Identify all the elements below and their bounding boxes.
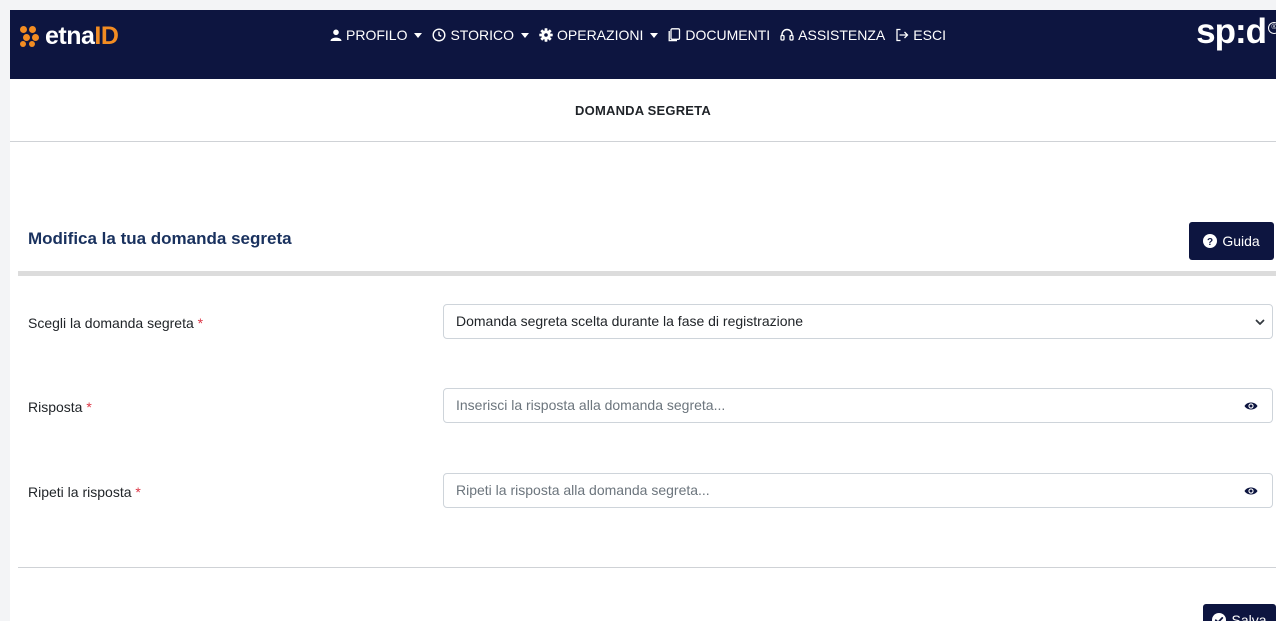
repeat-answer-placeholder: Ripeti la risposta alla domanda segreta.… — [456, 482, 710, 498]
save-button[interactable]: Salva — [1203, 604, 1276, 621]
top-navbar: etnaID PROFILO STORICO OPERAZIONI DOCUME… — [10, 10, 1276, 79]
required-mark: * — [135, 484, 141, 500]
question-label: Scegli la domanda segreta * — [28, 315, 203, 331]
check-circle-icon — [1212, 612, 1227, 621]
etnaid-logo[interactable]: etnaID — [20, 22, 119, 50]
chevron-down-icon — [521, 32, 529, 38]
repeat-answer-label-text: Ripeti la risposta — [28, 484, 132, 500]
spid-logo-text: sp:d — [1196, 12, 1267, 51]
page-title: DOMANDA SEGRETA — [10, 79, 1276, 142]
repeat-answer-label: Ripeti la risposta * — [28, 484, 141, 500]
nav-assistenza-label: ASSISTENZA — [798, 27, 886, 43]
clock-icon — [432, 28, 446, 42]
user-icon — [330, 29, 342, 41]
required-mark: * — [86, 399, 92, 415]
logout-icon — [896, 28, 909, 42]
logo-dots-icon — [20, 25, 42, 47]
answer-input[interactable]: Inserisci la risposta alla domanda segre… — [443, 388, 1273, 423]
nav-storico[interactable]: STORICO — [432, 27, 529, 43]
headset-icon — [780, 28, 794, 41]
nav-esci[interactable]: ESCI — [895, 27, 946, 43]
secret-question-selected: Domanda segreta scelta durante la fase d… — [456, 313, 804, 329]
page: etnaID PROFILO STORICO OPERAZIONI DOCUME… — [10, 10, 1276, 621]
chevron-down-icon — [650, 32, 659, 38]
card-title: Modifica la tua domanda segreta — [28, 229, 292, 248]
question-circle-icon: ? — [1203, 234, 1218, 248]
guide-button-label: Guida — [1222, 233, 1260, 249]
nav-operazioni[interactable]: OPERAZIONI — [539, 27, 659, 43]
secret-question-select[interactable]: Domanda segreta scelta durante la fase d… — [443, 304, 1273, 339]
save-button-label: Salva — [1231, 611, 1267, 621]
nav-assistenza[interactable]: ASSISTENZA — [780, 27, 885, 43]
card-header-divider — [18, 271, 1276, 276]
guide-button[interactable]: ? Guida — [1189, 222, 1274, 260]
documents-icon — [668, 28, 681, 42]
registered-icon: ® — [1268, 22, 1276, 34]
form-footer-divider — [18, 567, 1276, 568]
answer-placeholder: Inserisci la risposta alla domanda segre… — [456, 397, 726, 413]
chevron-down-icon — [414, 32, 423, 38]
nav-profilo-label: PROFILO — [346, 27, 408, 43]
main-menu: PROFILO STORICO OPERAZIONI DOCUMENTI ASS… — [330, 24, 956, 46]
eye-icon[interactable] — [1244, 486, 1258, 496]
gear-icon — [539, 28, 553, 42]
answer-label-text: Risposta — [28, 399, 83, 415]
nav-esci-label: ESCI — [913, 27, 946, 43]
repeat-answer-input[interactable]: Ripeti la risposta alla domanda segreta.… — [443, 473, 1273, 508]
nav-storico-label: STORICO — [450, 27, 514, 43]
eye-icon[interactable] — [1244, 401, 1258, 411]
logo-text-prefix: etna — [45, 22, 95, 50]
nav-profilo[interactable]: PROFILO — [330, 27, 423, 43]
svg-text:?: ? — [1207, 237, 1213, 248]
nav-operazioni-label: OPERAZIONI — [557, 27, 644, 43]
nav-documenti-label: DOCUMENTI — [685, 27, 771, 43]
spid-logo: sp:d ® — [1196, 14, 1276, 50]
question-label-text: Scegli la domanda segreta — [28, 315, 194, 331]
chevron-down-icon — [1255, 319, 1265, 325]
nav-documenti[interactable]: DOCUMENTI — [668, 27, 770, 43]
logo-text-suffix: ID — [94, 22, 119, 50]
required-mark: * — [197, 315, 204, 331]
answer-label: Risposta * — [28, 399, 92, 415]
